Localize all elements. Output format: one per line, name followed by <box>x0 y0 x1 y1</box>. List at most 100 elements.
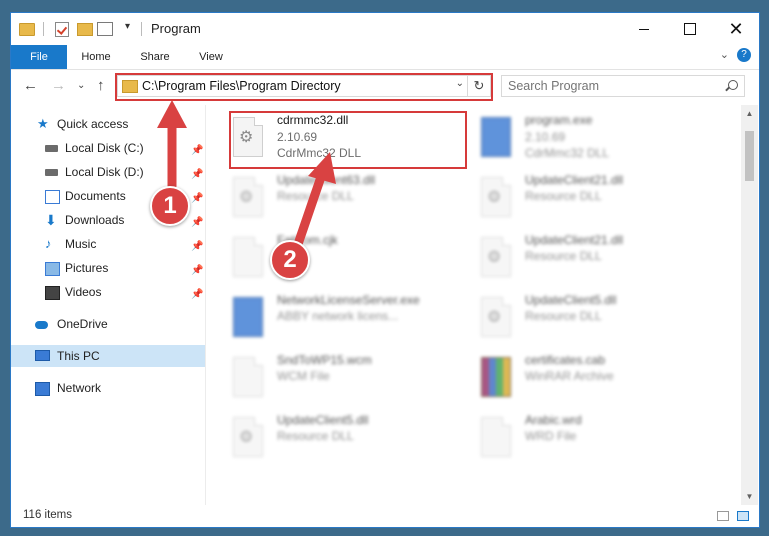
search-icon[interactable] <box>728 80 738 90</box>
pin-icon[interactable]: 📌 <box>191 260 203 282</box>
vertical-scrollbar[interactable]: ▲ ▼ <box>741 105 758 505</box>
search-input[interactable] <box>508 78 708 94</box>
file-name: UpdateClient63.dll <box>277 173 376 187</box>
tab-share[interactable]: Share <box>133 45 177 69</box>
help-icon[interactable]: ? <box>737 48 751 62</box>
rename-icon[interactable] <box>97 22 113 36</box>
nav-item-local-disk-d[interactable]: Local Disk (D:) 📌 <box>11 161 205 183</box>
file-item[interactable]: NetworkLicenseServer.exe ABBY network li… <box>207 291 447 345</box>
pin-icon[interactable]: 📌 <box>191 188 203 210</box>
file-item[interactable]: UpdateClient5.dll Resource DLL <box>455 291 695 345</box>
customize-toolbar-icon[interactable]: ▾ <box>125 21 130 37</box>
file-item-program-exe[interactable]: program.exe 2.10.69 CdrMmc32 DLL <box>455 111 695 165</box>
tab-file[interactable]: File <box>11 45 67 69</box>
folder-icon <box>122 80 138 93</box>
file-item[interactable]: UpdateClient63.dll Resource DLL <box>207 171 447 225</box>
file-description: Resource DLL <box>525 189 602 203</box>
file-item[interactable]: certificates.cab WinRAR Archive <box>455 351 695 405</box>
document-icon <box>45 190 60 204</box>
new-folder-icon[interactable] <box>77 23 93 36</box>
file-description: Resource DLL <box>525 309 602 323</box>
nav-item-this-pc[interactable]: This PC <box>11 345 205 367</box>
file-item[interactable]: Arabic.wrd WRD File <box>455 411 695 465</box>
maximize-button[interactable] <box>667 13 713 45</box>
file-item[interactable]: SndToWP15.wcm WCM File <box>207 351 447 405</box>
nav-item-label: This PC <box>57 349 100 363</box>
scroll-up-icon[interactable]: ▲ <box>741 105 758 122</box>
disk-icon <box>45 145 58 152</box>
file-item[interactable]: UpdateClient21.dll Resource DLL <box>455 231 695 285</box>
address-path[interactable]: C:\Program Files\Program Directory <box>142 79 341 93</box>
tab-view[interactable]: View <box>191 45 231 69</box>
close-icon: ✕ <box>728 19 744 39</box>
large-icons-view-icon[interactable] <box>737 511 749 521</box>
nav-item-videos[interactable]: Videos 📌 <box>11 281 205 303</box>
dll-gear-icon <box>233 117 263 157</box>
nav-item-music[interactable]: ♪ Music 📌 <box>11 233 205 255</box>
star-icon: ★ <box>37 116 49 131</box>
address-row: ← → ⌄ ↑ C:\Program Files\Program Directo… <box>11 71 759 103</box>
exe-icon <box>233 297 263 337</box>
up-arrow-icon[interactable]: ↑ <box>97 77 105 94</box>
minimize-button[interactable] <box>621 13 667 45</box>
file-name: program.exe <box>525 113 593 127</box>
address-bar[interactable]: C:\Program Files\Program Directory ⌄ ↻ <box>117 75 491 97</box>
pin-icon[interactable]: 📌 <box>191 284 203 306</box>
nav-item-label: Downloads <box>65 213 125 227</box>
disk-icon <box>45 169 58 176</box>
file-icon <box>233 357 263 397</box>
file-name: cdrmmc32.dll <box>277 113 349 127</box>
tab-home[interactable]: Home <box>75 45 117 69</box>
dll-gear-icon <box>481 177 511 217</box>
nav-item-pictures[interactable]: Pictures 📌 <box>11 257 205 279</box>
network-icon <box>35 382 50 396</box>
file-name: certificates.cab <box>525 353 606 367</box>
pin-icon[interactable]: 📌 <box>191 164 203 186</box>
dll-gear-icon <box>481 297 511 337</box>
refresh-icon[interactable]: ↻ <box>467 76 490 96</box>
file-name: UpdateClient5.dll <box>277 413 369 427</box>
pin-icon[interactable]: 📌 <box>191 212 203 234</box>
file-item[interactable]: FatCom.cjk <box>207 231 447 285</box>
file-name: SndToWP15.wcm <box>277 353 372 367</box>
nav-item-label: OneDrive <box>57 317 108 331</box>
pin-icon[interactable]: 📌 <box>191 236 203 258</box>
file-item-cdrmmc32[interactable]: cdrmmc32.dll 2.10.69 CdrMmc32 DLL <box>207 111 447 165</box>
folder-icon <box>19 23 35 36</box>
nav-item-label: Quick access <box>57 117 129 131</box>
nav-item-local-disk-c[interactable]: Local Disk (C:) 📌 <box>11 137 205 159</box>
dll-gear-icon <box>233 177 263 217</box>
search-box[interactable] <box>501 75 745 97</box>
maximize-icon <box>684 23 696 35</box>
address-dropdown-icon[interactable]: ⌄ <box>456 78 464 89</box>
pin-icon[interactable]: 📌 <box>191 140 203 162</box>
forward-arrow-icon[interactable]: → <box>51 77 66 94</box>
annotation-badge-1: 1 <box>150 186 190 226</box>
file-icon <box>233 237 263 277</box>
nav-item-network[interactable]: Network <box>11 377 205 399</box>
back-arrow-icon[interactable]: ← <box>23 77 38 94</box>
file-name: NetworkLicenseServer.exe <box>277 293 420 307</box>
nav-item-onedrive[interactable]: OneDrive <box>11 313 205 335</box>
exe-icon <box>481 117 511 157</box>
scroll-thumb[interactable] <box>745 131 754 181</box>
separator <box>43 22 44 36</box>
file-list: cdrmmc32.dll 2.10.69 CdrMmc32 DLL progra… <box>207 105 739 505</box>
properties-check-icon[interactable] <box>55 22 69 37</box>
nav-item-label: Local Disk (C:) <box>65 141 144 155</box>
details-view-icon[interactable] <box>717 511 729 521</box>
cloud-icon <box>35 321 48 329</box>
file-version: 2.10.69 <box>525 130 566 144</box>
nav-item-label: Videos <box>65 285 102 299</box>
file-description: Resource DLL <box>525 249 602 263</box>
title-bar: ▾ Program ✕ <box>11 13 759 45</box>
nav-item-label: Music <box>65 237 97 251</box>
file-item[interactable]: UpdateClient5.dll Resource DLL <box>207 411 447 465</box>
file-item[interactable]: UpdateClient21.dll Resource DLL <box>455 171 695 225</box>
close-button[interactable]: ✕ <box>713 13 759 45</box>
expand-ribbon-icon[interactable]: ⌄ <box>720 48 729 61</box>
nav-item-quick-access[interactable]: ★ Quick access <box>11 113 205 135</box>
recent-locations-icon[interactable]: ⌄ <box>77 80 85 91</box>
scroll-down-icon[interactable]: ▼ <box>741 488 758 505</box>
download-icon: ⬇ <box>45 212 57 228</box>
